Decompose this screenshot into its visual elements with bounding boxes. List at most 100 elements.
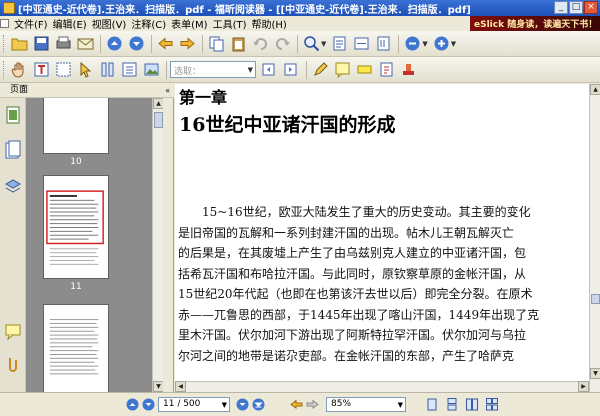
fit-width-icon[interactable] bbox=[351, 33, 372, 54]
document-view[interactable]: 第一章 16世纪中亚诸汗国的形成 15~16世纪，欧亚大陆发生了重大的历史变动。… bbox=[175, 84, 600, 392]
paste-icon[interactable] bbox=[228, 33, 249, 54]
snapshot-icon[interactable] bbox=[53, 59, 74, 80]
document-scroll-thumb[interactable] bbox=[591, 294, 600, 304]
thumbnail-label: 11 bbox=[70, 282, 82, 292]
menu-comment[interactable]: 注释(C) bbox=[131, 16, 166, 31]
open-folder-icon[interactable] bbox=[9, 33, 30, 54]
zoom-out-icon[interactable] bbox=[402, 33, 423, 54]
thumbnail-page-12[interactable] bbox=[43, 304, 109, 392]
document-vertical-scrollbar[interactable]: ▲ ▼ bbox=[589, 84, 600, 392]
toolbar-separator bbox=[100, 34, 101, 53]
undo-icon[interactable] bbox=[250, 33, 271, 54]
fit-page-icon[interactable] bbox=[329, 33, 350, 54]
thumbnail-label: 10 bbox=[70, 157, 82, 167]
menu-help[interactable]: 帮助(H) bbox=[252, 16, 287, 31]
scroll-down-icon[interactable]: ▼ bbox=[590, 368, 600, 379]
thumbnail-page-11[interactable] bbox=[43, 175, 109, 279]
thumbnail-page-12-preview bbox=[49, 319, 99, 375]
toolbar-grip[interactable] bbox=[3, 34, 6, 53]
pages-sidebar: 页面 « 10 11 ▲ ▼ bbox=[0, 84, 174, 392]
continuous-view-icon[interactable] bbox=[446, 398, 458, 411]
document-horizontal-scrollbar[interactable]: ◀ ▶ bbox=[175, 381, 589, 392]
app-icon bbox=[3, 2, 15, 14]
note-icon[interactable] bbox=[332, 59, 353, 80]
menu-tools[interactable]: 工具(T) bbox=[213, 16, 247, 31]
sidebar-collapse-button[interactable]: « bbox=[165, 84, 170, 97]
toolbar-grip[interactable] bbox=[3, 60, 6, 79]
zoom-out-dropdown-icon[interactable]: ▼ bbox=[422, 40, 427, 48]
eslick-banner[interactable]: eSlick 随身读，读遍天下书！ bbox=[470, 16, 600, 31]
maximize-button[interactable]: □ bbox=[569, 1, 583, 14]
zoom-tool-icon[interactable] bbox=[301, 33, 322, 54]
document-line: 括希瓦汗国和布哈拉汗国。与此同时，原钦察草原的金帐汗国，从 bbox=[178, 266, 527, 281]
thumbnail-page-10[interactable] bbox=[43, 98, 109, 154]
text-select-icon[interactable] bbox=[31, 59, 52, 80]
chapter-heading: 第一章 bbox=[179, 88, 228, 107]
continuous-facing-view-icon[interactable] bbox=[486, 398, 498, 411]
go-forward-icon[interactable] bbox=[306, 398, 319, 411]
sidebar-tab-comments-icon[interactable] bbox=[4, 322, 22, 342]
chapter-title: 16世纪中亚诸汗国的形成 bbox=[179, 114, 396, 136]
select-dropdown-icon[interactable]: ▼ bbox=[248, 66, 253, 74]
zoom-in-dropdown-icon[interactable]: ▼ bbox=[451, 40, 456, 48]
thumbnail-scrollbar[interactable]: ▲ ▼ bbox=[152, 98, 163, 392]
redo-icon[interactable] bbox=[272, 33, 293, 54]
sidebar-tab-layers-icon[interactable] bbox=[4, 176, 22, 196]
last-page-icon[interactable] bbox=[252, 398, 265, 411]
forward-arrow-icon[interactable] bbox=[177, 33, 198, 54]
thumbnail-scroll-thumb[interactable] bbox=[154, 112, 163, 128]
stamp-icon[interactable] bbox=[398, 59, 419, 80]
highlight-icon[interactable] bbox=[354, 59, 375, 80]
document-menu-icon[interactable] bbox=[0, 19, 9, 28]
page-dropdown-icon[interactable]: ▼ bbox=[222, 401, 227, 409]
column-select-icon[interactable] bbox=[97, 59, 118, 80]
zoom-dropdown-icon[interactable]: ▼ bbox=[321, 40, 326, 48]
next-page-icon[interactable] bbox=[126, 33, 147, 54]
go-back-icon[interactable] bbox=[290, 398, 303, 411]
back-arrow-icon[interactable] bbox=[155, 33, 176, 54]
close-button[interactable]: × bbox=[584, 1, 598, 14]
zoom-in-icon[interactable] bbox=[431, 33, 452, 54]
print-icon[interactable] bbox=[53, 33, 74, 54]
actual-size-icon[interactable] bbox=[373, 33, 394, 54]
image-select-icon[interactable] bbox=[141, 59, 162, 80]
facing-view-icon[interactable] bbox=[466, 398, 478, 411]
page-number-value: 11 / 500 bbox=[163, 399, 201, 409]
zoom-level-field[interactable]: 85% ▼ bbox=[326, 397, 406, 412]
sidebar-tab-pages-icon[interactable] bbox=[4, 106, 22, 126]
select-arrow-icon[interactable] bbox=[75, 59, 96, 80]
save-icon[interactable] bbox=[31, 33, 52, 54]
minimize-button[interactable]: _ bbox=[554, 1, 568, 14]
menu-bar: 文件(F) 编辑(E) 视图(V) 注释(C) 表单(M) 工具(T) 帮助(H… bbox=[0, 16, 600, 31]
menu-view[interactable]: 视图(V) bbox=[92, 16, 127, 31]
scroll-down-icon[interactable]: ▼ bbox=[153, 381, 163, 392]
tools-toolbar: 选取： ▼ bbox=[0, 57, 600, 83]
hand-tool-icon[interactable] bbox=[9, 59, 30, 80]
sidebar-tab-attachments-icon[interactable] bbox=[4, 354, 22, 374]
sidebar-tab-bookmarks-icon[interactable] bbox=[4, 140, 22, 160]
next-page-icon[interactable] bbox=[236, 398, 249, 411]
previous-page-icon[interactable] bbox=[142, 398, 155, 411]
zoom-dropdown-icon[interactable]: ▼ bbox=[398, 401, 403, 409]
select-input[interactable]: 选取： ▼ bbox=[170, 61, 256, 78]
scroll-left-icon[interactable]: ◀ bbox=[175, 381, 186, 392]
menu-edit[interactable]: 编辑(E) bbox=[53, 16, 87, 31]
previous-page-icon[interactable] bbox=[104, 33, 125, 54]
email-icon[interactable] bbox=[75, 33, 96, 54]
menu-file[interactable]: 文件(F) bbox=[14, 16, 48, 31]
text-viewer-icon[interactable] bbox=[119, 59, 140, 80]
single-page-view-icon[interactable] bbox=[426, 398, 438, 411]
scroll-right-icon[interactable]: ▶ bbox=[578, 381, 589, 392]
find-next-icon[interactable] bbox=[281, 59, 302, 80]
copy-page-icon[interactable] bbox=[206, 33, 227, 54]
toolbar-separator bbox=[202, 34, 203, 53]
attachment-icon[interactable] bbox=[376, 59, 397, 80]
menu-form[interactable]: 表单(M) bbox=[171, 16, 207, 31]
scroll-up-icon[interactable]: ▲ bbox=[153, 98, 163, 109]
document-line: 尔河之间的地带是诺尕吏部。在金帐汗国的东部，产生了哈萨克 bbox=[178, 348, 515, 363]
first-page-icon[interactable] bbox=[126, 398, 139, 411]
find-previous-icon[interactable] bbox=[259, 59, 280, 80]
typewriter-icon[interactable] bbox=[310, 59, 331, 80]
scroll-up-icon[interactable]: ▲ bbox=[590, 84, 600, 95]
page-number-field[interactable]: 11 / 500 ▼ bbox=[158, 397, 230, 412]
